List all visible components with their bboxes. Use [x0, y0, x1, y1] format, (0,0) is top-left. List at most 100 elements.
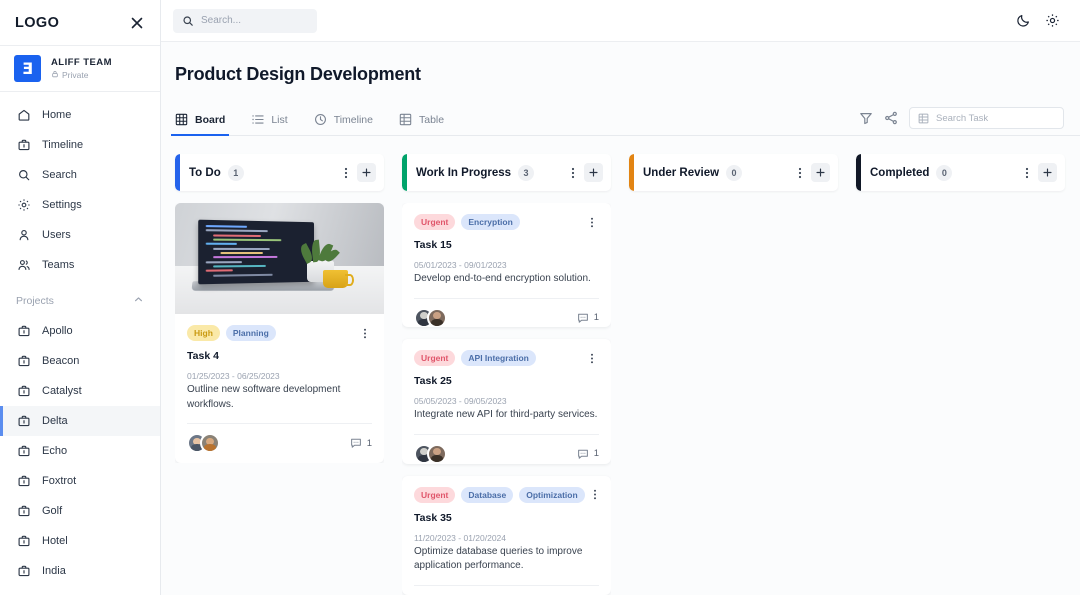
clock-icon [314, 113, 327, 126]
task-card[interactable]: Urgent API Integration Task 25 05/05/202… [402, 339, 611, 464]
sidebar-project-delta[interactable]: Delta [0, 406, 160, 436]
task-card-footer [414, 584, 599, 595]
task-card[interactable]: High Planning Task 4 01/25/2023 - 06/25/… [175, 203, 384, 463]
sidebar-project-label: Golf [42, 505, 63, 517]
view-tabs: Board List Timeline Table [170, 104, 444, 136]
task-comment-count: 1 [366, 437, 372, 449]
page-title: Product Design Development [175, 64, 421, 84]
tab-board[interactable]: Board [170, 104, 230, 136]
column-header[interactable]: Under Review 0 [629, 154, 838, 191]
column-actions [793, 163, 830, 182]
sidebar-project-label: India [42, 565, 66, 577]
tab-table[interactable]: Table [399, 104, 444, 135]
sidebar-item-label: Settings [42, 199, 82, 211]
task-tag[interactable]: Database [461, 486, 514, 503]
dots-vertical-icon[interactable] [585, 214, 599, 230]
sidebar-section-projects[interactable]: Projects [0, 286, 160, 316]
comment-icon [577, 312, 589, 324]
task-card[interactable]: Urgent Database Optimization Task 35 11/… [402, 475, 611, 595]
sidebar-project-apollo[interactable]: Apollo [0, 316, 160, 346]
avatar[interactable] [200, 433, 220, 453]
dots-vertical-icon[interactable] [585, 350, 599, 366]
task-card[interactable]: Urgent Encryption Task 15 05/01/2023 - 0… [402, 203, 611, 328]
task-search[interactable] [909, 107, 1064, 129]
filter-icon[interactable] [859, 111, 873, 125]
table-icon [918, 113, 929, 124]
sidebar-item-home[interactable]: Home [0, 100, 160, 130]
sidebar-item-search[interactable]: Search [0, 160, 160, 190]
home-icon [16, 108, 31, 123]
sidebar-item-timeline[interactable]: Timeline [0, 130, 160, 160]
dots-vertical-icon[interactable] [566, 165, 580, 181]
task-tag[interactable]: High [187, 325, 220, 341]
close-icon[interactable] [129, 15, 145, 31]
sidebar-item-settings[interactable]: Settings [0, 190, 160, 220]
sidebar-project-beacon[interactable]: Beacon [0, 346, 160, 376]
plus-icon[interactable] [811, 163, 830, 182]
dots-vertical-icon[interactable] [793, 165, 807, 181]
sidebar-project-foxtrot[interactable]: Foxtrot [0, 466, 160, 496]
avatar[interactable] [427, 307, 447, 328]
gear-icon[interactable] [1045, 13, 1060, 28]
task-date-range: 05/01/2023 - 09/01/2023 [414, 260, 507, 270]
main-content: Product Design Development Board [161, 0, 1080, 595]
task-comments[interactable]: 1 [577, 448, 599, 460]
task-card-image [175, 203, 384, 314]
task-assignees [414, 307, 447, 328]
dots-vertical-icon[interactable] [591, 487, 599, 503]
column-header[interactable]: Work In Progress 3 [402, 154, 611, 191]
plus-icon[interactable] [357, 163, 376, 182]
sidebar-project-catalyst[interactable]: Catalyst [0, 376, 160, 406]
task-search-input[interactable] [936, 112, 1055, 124]
plus-icon[interactable] [584, 163, 603, 182]
task-tag[interactable]: Urgent [414, 350, 456, 367]
column-count: 0 [936, 164, 953, 181]
share-icon[interactable] [884, 111, 898, 125]
top-bar-actions [1016, 13, 1066, 28]
avatar[interactable] [427, 443, 447, 464]
column-count: 1 [227, 164, 244, 181]
tab-list[interactable]: List [251, 104, 288, 135]
dots-vertical-icon[interactable] [358, 325, 372, 341]
task-tag[interactable]: Urgent [414, 486, 456, 503]
task-tag[interactable]: Optimization [519, 486, 585, 503]
column-accent-bar [402, 154, 407, 191]
column-cards: Urgent Encryption Task 15 05/01/2023 - 0… [402, 203, 611, 595]
plus-icon[interactable] [1038, 163, 1057, 182]
dots-vertical-icon[interactable] [1020, 165, 1034, 181]
search-icon [16, 168, 31, 183]
dots-vertical-icon[interactable] [339, 165, 353, 181]
sidebar-project-label: Delta [42, 415, 68, 427]
sidebar-project-label: Catalyst [42, 385, 82, 397]
column-header[interactable]: To Do 1 [175, 154, 384, 191]
task-tag[interactable]: Planning [225, 325, 276, 341]
task-tag[interactable]: Urgent [414, 214, 456, 230]
sidebar-project-echo[interactable]: Echo [0, 436, 160, 466]
search-input[interactable] [201, 15, 308, 26]
sidebar-item-teams[interactable]: Teams [0, 250, 160, 280]
task-tag[interactable]: API Integration [461, 350, 536, 367]
moon-icon[interactable] [1016, 13, 1031, 28]
kanban-board: To Do 1 High Planning Task 4 01/25/2023 … [161, 136, 1080, 595]
column-actions [566, 163, 603, 182]
sidebar-project-hotel[interactable]: Hotel [0, 526, 160, 556]
task-tags: Urgent API Integration [414, 350, 599, 367]
view-tabs-row: Board List Timeline Table Search Task [170, 104, 1080, 136]
sidebar-project-india[interactable]: India [0, 556, 160, 586]
sidebar-item-users[interactable]: Users [0, 220, 160, 250]
task-tag[interactable]: Encryption [461, 214, 520, 230]
team-switcher[interactable]: Ǝ ALIFF TEAM Private [0, 46, 160, 92]
task-description: Optimize database queries to improve app… [414, 545, 583, 572]
sidebar-project-juliet[interactable]: Juliet [0, 586, 160, 595]
briefcase-icon [16, 444, 31, 459]
column-actions [1020, 163, 1057, 182]
task-description: Develop end-to-end encryption solution. [414, 273, 591, 284]
sidebar-logo-row: LOGO [0, 0, 160, 46]
task-comments[interactable]: 1 [577, 312, 599, 324]
team-avatar: Ǝ [14, 55, 41, 82]
sidebar-project-golf[interactable]: Golf [0, 496, 160, 526]
task-comments[interactable]: 1 [350, 437, 372, 449]
global-search[interactable] [173, 8, 317, 33]
tab-timeline[interactable]: Timeline [314, 104, 373, 135]
column-header[interactable]: Completed 0 [856, 154, 1065, 191]
